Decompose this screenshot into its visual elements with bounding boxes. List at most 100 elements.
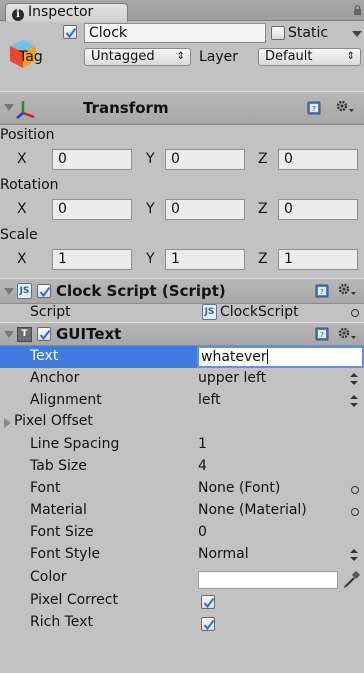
anchor-label: Anchor [30,370,80,386]
position-z-label: Z [258,151,268,167]
object-header: Clock Static Tag Untagged ⇕ Layer Default… [0,22,364,91]
foldout-expanded-icon[interactable] [4,331,14,338]
position-z-field[interactable]: 0 [278,149,358,170]
js-script-icon: JS [17,283,32,299]
tag-label: Tag [19,49,43,65]
anchor-value[interactable]: upper left [198,370,266,386]
gear-icon[interactable] [337,282,357,298]
text-label: Text [30,348,59,364]
scale-y-label: Y [146,251,155,267]
eyedropper-icon[interactable] [343,570,361,588]
rotation-x-field[interactable]: 0 [52,199,132,220]
svg-text:?: ? [320,331,324,339]
tab-size-value[interactable]: 4 [198,458,207,474]
object-picker-icon[interactable] [351,508,359,516]
static-dropdown-arrow-icon[interactable] [352,31,362,37]
js-script-icon: JS [202,304,217,320]
clock-script-title: Clock Script (Script) [56,282,226,300]
pixel-correct-label: Pixel Correct [30,592,118,608]
text-caret [266,349,268,364]
active-checkbox[interactable] [63,25,77,39]
position-x-field[interactable]: 0 [52,149,132,170]
position-y-label: Y [146,151,155,167]
updown-arrows-icon[interactable] [350,373,358,385]
text-input-field[interactable]: whatever [197,346,364,368]
font-label: Font [30,480,61,496]
guitext-component-icon: T [17,327,32,342]
font-style-value[interactable]: Normal [198,546,249,562]
guitext-header[interactable]: T GUIText ? [0,322,364,346]
rotation-z-label: Z [258,201,268,217]
tag-dropdown[interactable]: Untagged ⇕ [84,48,191,66]
lock-icon[interactable] [353,5,362,15]
static-label: Static [288,25,329,41]
tab-inspector[interactable]: i Inspector [5,3,128,22]
pixel-correct-checkbox[interactable] [201,595,215,609]
position-label: Position [0,127,55,143]
foldout-expanded-icon[interactable] [4,288,14,295]
tab-bar: i Inspector [0,0,364,22]
help-book-icon[interactable]: ? [315,327,329,341]
gear-icon[interactable] [337,326,357,342]
color-label: Color [30,569,67,585]
rotation-label: Rotation [0,177,59,193]
line-spacing-value[interactable]: 1 [198,436,207,452]
layer-label: Layer [199,49,239,65]
updown-arrows-icon[interactable] [350,395,358,407]
scale-x-label: X [17,251,27,267]
font-style-label: Font Style [30,546,101,562]
material-value[interactable]: None (Material) [198,502,307,518]
alignment-label: Alignment [30,392,102,408]
scale-y-field[interactable]: 1 [165,249,245,270]
tab-label: Inspector [28,4,94,20]
transform-axes-icon [16,101,35,119]
font-size-value[interactable]: 0 [198,524,207,540]
font-value[interactable]: None (Font) [198,480,280,496]
static-checkbox[interactable] [271,26,285,40]
foldout-collapsed-icon[interactable] [4,418,11,428]
text-input-value: whatever [201,349,267,365]
checkmark-icon [39,286,51,298]
svg-text:?: ? [312,105,316,113]
updown-arrows-icon: ⇕ [176,51,185,62]
transform-header[interactable]: Transform ? [0,91,364,125]
scale-x-field[interactable]: 1 [52,249,132,270]
guitext-enabled-checkbox[interactable] [37,327,51,341]
inspector-window: i Inspector Clock Static Tag Untagged ⇕ La… [0,0,364,673]
rotation-z-field[interactable]: 0 [278,199,358,220]
color-swatch[interactable] [198,571,338,589]
object-picker-icon[interactable] [351,309,359,317]
info-icon: i [12,9,24,21]
checkmark-icon [39,329,51,341]
help-book-icon[interactable]: ? [307,101,321,115]
updown-arrows-icon[interactable] [350,549,358,561]
clock-script-enabled-checkbox[interactable] [37,284,51,298]
position-x-label: X [17,151,27,167]
guitext-title: GUIText [56,325,122,343]
tab-size-label: Tab Size [30,458,87,474]
checkmark-icon [203,597,215,609]
pixel-offset-label[interactable]: Pixel Offset [14,413,93,429]
rich-text-label: Rich Text [30,614,93,630]
rich-text-checkbox[interactable] [201,617,215,631]
line-spacing-label: Line Spacing [30,436,120,452]
checkmark-icon [203,619,215,631]
script-value[interactable]: ClockScript [220,304,299,320]
updown-arrows-icon: ⇕ [346,51,355,62]
position-y-field[interactable]: 0 [165,149,245,170]
layer-dropdown[interactable]: Default ⇕ [258,48,361,66]
foldout-expanded-icon[interactable] [4,104,14,111]
gear-icon[interactable] [335,99,355,115]
object-name-field[interactable]: Clock [84,23,266,43]
rotation-y-label: Y [146,201,155,217]
scale-z-field[interactable]: 1 [278,249,358,270]
rotation-y-field[interactable]: 0 [165,199,245,220]
layer-value: Default [265,49,313,64]
clock-script-header[interactable]: JS Clock Script (Script) ? [0,278,364,304]
tag-value: Untagged [91,49,155,64]
object-picker-icon[interactable] [351,486,359,494]
alignment-value[interactable]: left [198,392,221,408]
rotation-x-label: X [17,201,27,217]
material-label: Material [30,502,87,518]
help-book-icon[interactable]: ? [315,284,329,298]
